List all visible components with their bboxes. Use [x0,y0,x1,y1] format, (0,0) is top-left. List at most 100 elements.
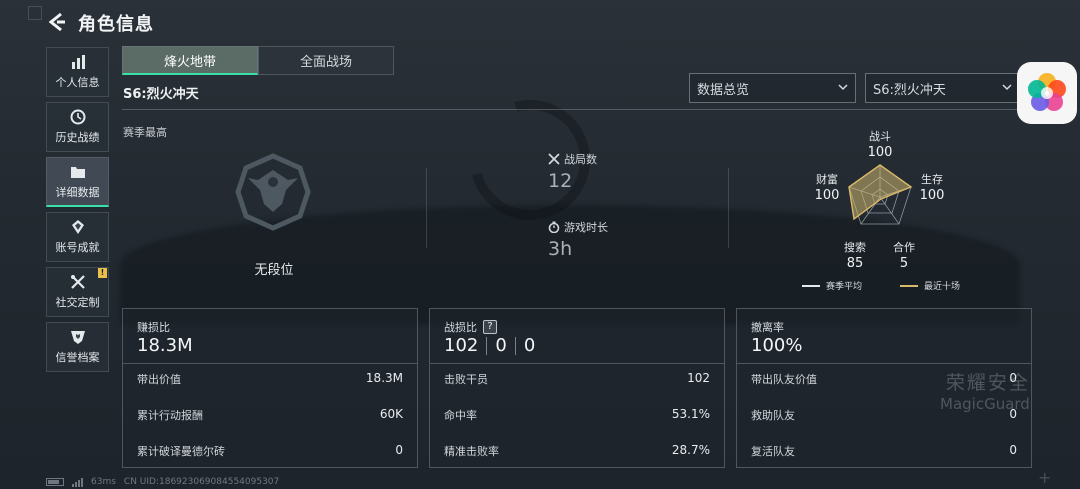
top-bar: 角色信息 [0,0,1080,44]
rank-eagle-emblem-icon [235,153,311,231]
tab-full-battlefield[interactable]: 全面战场 [258,46,394,75]
card-row: 累计破译曼德尔砖 0 [137,443,403,459]
season-best-label: 赛季最高 [123,126,167,139]
watermark-line: MagicGuard [940,395,1030,413]
sidebar-item-label: 信誉档案 [55,351,100,364]
card-title: 战损比 ? [444,319,497,335]
playtime-label: 游戏时长 [564,221,608,234]
legend-swatch [802,284,820,287]
matches-label: 战局数 [564,153,597,166]
row-label: 命中率 [444,409,477,422]
shield-heart-icon [70,331,85,344]
card-main-value: 102 0 0 [444,335,535,356]
card-main-value: 18.3M [137,335,193,356]
profit-loss-card: 赚损比 18.3M 带出价值 18.3M 累计行动报酬 60K 累计破译曼德尔砖 0 [122,308,418,468]
chevron-down-icon [1002,84,1012,91]
clock-icon [70,109,85,125]
kd-value-part: 102 [444,335,479,356]
row-label: 复活队友 [751,445,795,458]
card-divider [123,363,417,364]
legend-last-ten: 最近十场 [900,279,960,292]
row-value: 18.3M [365,371,403,385]
season-select[interactable]: S6:烈火冲天 [865,73,1020,103]
header-divider [122,109,1032,110]
card-row: 累计行动报酬 60K [137,407,403,423]
notification-badge: ! [98,268,107,278]
card-row: 命中率 53.1% [444,407,710,423]
kd-ratio-card: 战损比 ? 102 0 0 击败干员 102 命中率 53.1% 精准击败率 28.7… [429,308,725,468]
folder-icon [70,166,85,178]
sidebar-item-label: 账号成就 [55,241,100,254]
legend-swatch [900,284,918,287]
back-arrow-icon[interactable] [46,11,68,33]
kd-value-part: 0 [523,335,536,356]
row-label: 累计破译曼德尔砖 [137,445,225,458]
row-value: 0 [395,443,403,457]
radar-axis-value: 5 [899,256,909,271]
card-row: 精准击败率 28.7% [444,443,710,459]
sidebar-item-history[interactable]: 历史战绩 [46,102,109,152]
signal-icon [72,477,83,487]
matches-value: 12 [548,170,573,192]
plus-mark-icon: + [1038,468,1052,487]
status-bar: 63ms CN UID:1869230690845540953​07 [46,477,279,487]
card-divider [430,363,724,364]
card-row: 带出价值 18.3M [137,371,403,387]
card-row: 击败干员 102 [444,371,710,387]
mode-tabs: 烽火地带 全面战场 [122,46,394,75]
stopwatch-icon [548,221,560,233]
row-value: 28.7% [671,443,710,457]
sidebar-item-social[interactable]: 社交定制 ! [46,267,109,317]
row-label: 精准击败率 [444,445,499,458]
tab-hazard-zone[interactable]: 烽火地带 [122,46,258,75]
card-row: 复活队友 0 [751,443,1017,459]
season-title: S6:烈火冲天 [123,87,199,102]
row-value: 53.1% [671,407,710,421]
sidebar-item-reputation[interactable]: 信誉档案 [46,322,109,372]
rank-label: 无段位 [254,263,294,278]
sidebar-item-label: 个人信息 [55,76,100,89]
value-separator [486,336,488,355]
card-title-text: 战损比 [444,321,477,334]
floating-app-icon[interactable] [1017,62,1077,124]
season-select-value: S6:烈火冲天 [873,82,946,98]
row-label: 带出价值 [137,373,181,386]
row-label: 救助队友 [751,409,795,422]
sidebar: 个人信息 历史战绩 详细数据 账号成就 社交定制 ! 信誉档案 [46,47,110,377]
sidebar-item-achievements[interactable]: 账号成就 [46,212,109,262]
sidebar-item-personal-info[interactable]: 个人信息 [46,47,109,97]
playtime-value: 3h [548,238,573,260]
medal-icon [71,220,84,234]
matches-stat: 战局数 12 [548,151,597,192]
row-value: 60K [379,407,403,421]
radar-axis-value: 100 [867,145,893,160]
crossed-swords-icon [548,153,560,165]
corner-mark [28,6,42,20]
watermark-line: 荣耀安全 [945,372,1030,394]
view-select[interactable]: 数据总览 [689,73,856,103]
sidebar-item-detailed-data[interactable]: 详细数据 [46,157,109,207]
sidebar-item-label: 历史战绩 [55,131,100,144]
security-watermark: 荣耀安全 MagicGuard [940,368,1030,413]
flower-icon [1028,73,1066,111]
value-separator [514,336,516,355]
divider [728,168,729,248]
card-title-text: 赚损比 [137,321,170,334]
legend-label: 最近十场 [924,282,961,292]
radar-axis-value: 85 [846,256,864,271]
row-value: 102 [687,371,710,385]
row-label: 带出队友价值 [751,373,817,386]
kd-value-part: 0 [495,335,507,356]
view-select-value: 数据总览 [697,82,750,98]
radar-axis-label: 战斗 [869,130,891,143]
radar-axis-label: 搜索 [844,241,866,254]
radar-axis-label: 生存 [921,173,943,186]
playtime-stat: 游戏时长 3h [548,219,608,260]
radar-axis-value: 100 [814,188,840,203]
sidebar-item-label: 详细数据 [55,185,100,199]
legend-label: 赛季平均 [826,282,863,292]
ping-value: 63ms [91,477,116,487]
card-main-value: 100% [751,335,803,356]
row-value: 0 [1009,443,1017,457]
help-icon[interactable]: ? [483,320,497,334]
